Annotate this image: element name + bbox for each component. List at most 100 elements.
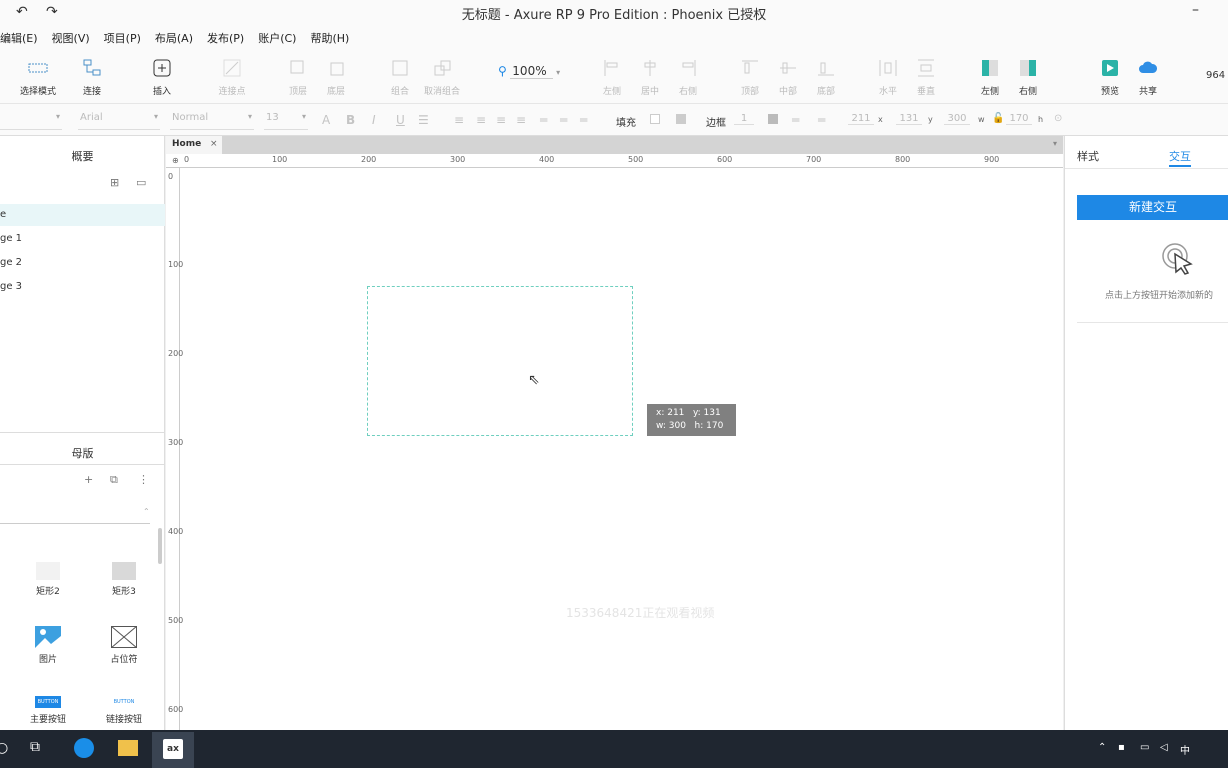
point-button[interactable]: 连接点: [212, 58, 252, 97]
library-scrollbar[interactable]: [158, 528, 162, 564]
zoom-chevron-icon: ▾: [556, 68, 561, 77]
widget-image[interactable]: 图片: [18, 626, 78, 665]
search-icon[interactable]: ○: [0, 740, 8, 756]
align-right-button[interactable]: 右侧: [668, 58, 708, 97]
bold-icon[interactable]: B: [346, 113, 355, 127]
add-folder-icon[interactable]: ▭: [136, 176, 146, 189]
text-align-left-icon[interactable]: ≡: [454, 113, 464, 127]
tab-home[interactable]: Home ×: [166, 136, 222, 154]
page-item-1[interactable]: ge 1: [0, 228, 165, 250]
italic-icon[interactable]: I: [372, 113, 376, 127]
valign-bottom-icon[interactable]: ═: [580, 113, 587, 127]
valign-top-icon[interactable]: ═: [540, 113, 547, 127]
menu-publish[interactable]: 发布(P): [207, 26, 251, 48]
tray-volume-icon[interactable]: ◁: [1160, 742, 1168, 753]
task-view-icon[interactable]: ⧉: [30, 739, 40, 755]
menu-account[interactable]: 账户(C): [258, 26, 303, 48]
tray-app-icon[interactable]: ▪: [1118, 742, 1125, 753]
page-item-2[interactable]: ge 2: [0, 252, 165, 274]
tray-expand-icon[interactable]: ⌃: [1098, 742, 1106, 753]
master-more-icon[interactable]: ⋮: [138, 473, 149, 486]
share-button[interactable]: 共享: [1128, 58, 1168, 97]
tab-style[interactable]: 样式: [1077, 148, 1099, 164]
widget-primary-button[interactable]: BUTTON 主要按钮: [18, 696, 78, 725]
align-bottom-button[interactable]: 底部: [806, 58, 846, 97]
style-select-left[interactable]: [0, 112, 62, 130]
widget-rect3[interactable]: 矩形3: [94, 562, 154, 597]
align-top-icon: [742, 60, 758, 74]
list-icon[interactable]: ☰: [418, 113, 429, 127]
new-interaction-button[interactable]: 新建交互: [1077, 195, 1228, 220]
tab-dropdown-icon[interactable]: ▾: [1053, 139, 1057, 148]
horizontal-ruler: ⊕ 0 100 200 300 400 500 600 700 800 900: [166, 154, 1063, 168]
bottom-layer-button[interactable]: 底层: [316, 58, 356, 97]
preview-button[interactable]: 预览: [1090, 58, 1130, 97]
menu-help[interactable]: 帮助(H): [310, 26, 356, 48]
ungroup-button[interactable]: 取消组合: [422, 58, 462, 97]
axure-taskbar-item[interactable]: ax: [152, 732, 194, 768]
menu-layout[interactable]: 布局(A): [155, 26, 200, 48]
border-style-icon[interactable]: ═: [792, 113, 799, 127]
browser-icon[interactable]: [74, 738, 94, 758]
align-middle-icon: [780, 62, 796, 74]
text-justify-icon[interactable]: ≡: [516, 113, 526, 127]
align-top-button[interactable]: 顶部: [730, 58, 770, 97]
left-panel-toggle[interactable]: 左侧: [970, 58, 1010, 97]
underline-icon[interactable]: U: [396, 113, 405, 127]
distribute-horizontal-button[interactable]: 水平: [868, 58, 908, 97]
ruler-origin-icon[interactable]: ⊕: [172, 156, 179, 165]
lock-ratio-icon[interactable]: 🔓: [992, 113, 1004, 124]
widget-placeholder[interactable]: 占位符: [94, 626, 154, 665]
tab-close-icon[interactable]: ×: [210, 139, 218, 149]
top-layer-button[interactable]: 顶层: [278, 58, 318, 97]
font-color-icon[interactable]: A: [322, 113, 330, 127]
insert-button[interactable]: 插入: [142, 58, 182, 97]
master-folder-icon[interactable]: ⧉: [110, 473, 118, 487]
widget-rect2[interactable]: 矩形2: [18, 562, 78, 597]
border-pattern-icon[interactable]: ═: [818, 113, 825, 127]
font-size-select[interactable]: 13: [264, 112, 308, 130]
fill-color-swatch[interactable]: [650, 114, 660, 124]
page-item-home[interactable]: e: [0, 204, 165, 226]
library-search-input[interactable]: [0, 504, 150, 524]
menu-view[interactable]: 视图(V): [52, 26, 97, 48]
add-page-icon[interactable]: ⊞: [110, 176, 119, 189]
tray-network-icon[interactable]: ▭: [1140, 742, 1149, 753]
border-width-input[interactable]: 1: [734, 113, 754, 125]
page-item-3[interactable]: ge 3: [0, 276, 165, 298]
align-middle-button[interactable]: 中部: [768, 58, 808, 97]
fill-gradient-swatch[interactable]: [676, 114, 686, 124]
y-input[interactable]: 131: [896, 113, 922, 125]
h-input[interactable]: 170: [1006, 113, 1032, 125]
distribute-vertical-button[interactable]: 垂直: [906, 58, 946, 97]
more-options-icon[interactable]: ⊙: [1054, 113, 1062, 124]
tab-interaction[interactable]: 交互: [1169, 148, 1191, 164]
border-color-swatch[interactable]: [768, 114, 778, 124]
x-input[interactable]: 211: [848, 113, 874, 125]
zoom-control[interactable]: ⚲ 100% ▾: [498, 64, 561, 79]
tray-ime-icon[interactable]: 中: [1180, 742, 1190, 757]
minimize-icon[interactable]: –: [1192, 2, 1199, 18]
w-input[interactable]: 300: [944, 113, 970, 125]
w-unit: w: [978, 115, 985, 124]
menu-project[interactable]: 项目(P): [104, 26, 148, 48]
text-align-right-icon[interactable]: ≡: [496, 113, 506, 127]
right-panel-toggle[interactable]: 右侧: [1008, 58, 1048, 97]
selected-rectangle[interactable]: [367, 286, 633, 436]
text-align-center-icon[interactable]: ≡: [476, 113, 486, 127]
style-select[interactable]: Normal: [170, 112, 254, 130]
valign-middle-icon[interactable]: ═: [560, 113, 567, 127]
select-mode-button[interactable]: 选择模式: [18, 58, 58, 97]
connect-button[interactable]: 连接: [72, 58, 112, 97]
file-explorer-icon[interactable]: [118, 740, 138, 756]
align-left-button[interactable]: 左侧: [592, 58, 632, 97]
add-master-icon[interactable]: +: [84, 473, 93, 486]
font-select[interactable]: Arial: [78, 112, 160, 130]
ruler-h-500: 500: [628, 155, 644, 164]
zoom-search-icon: ⚲: [498, 64, 507, 78]
align-center-button[interactable]: 居中: [630, 58, 670, 97]
widget-link-button[interactable]: BUTTON 链接按钮: [94, 696, 154, 725]
combine-button[interactable]: 组合: [380, 58, 420, 97]
menu-edit[interactable]: 编辑(E): [0, 26, 45, 48]
library-dropdown-icon[interactable]: ⌃: [143, 507, 150, 516]
